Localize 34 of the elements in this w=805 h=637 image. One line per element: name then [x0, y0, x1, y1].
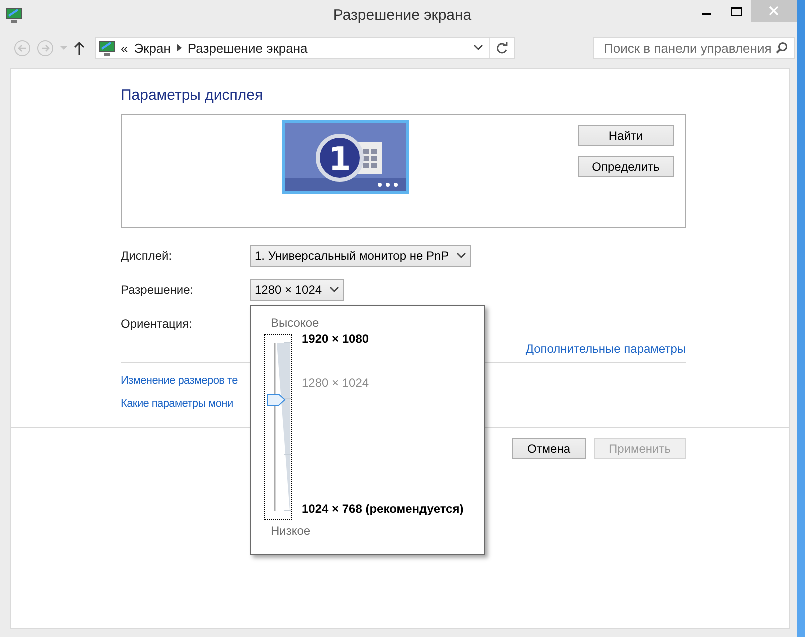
dropdown-icon[interactable]: [474, 45, 483, 51]
action-button[interactable]: Найти: [578, 125, 674, 146]
monitor-number: 1: [328, 140, 352, 178]
monitor-icon: [99, 40, 115, 56]
field-label: Ориентация:: [121, 317, 194, 331]
dropdown[interactable]: 1280 × 1024: [250, 279, 344, 301]
resolution-slider[interactable]: [264, 334, 292, 520]
dialog-button[interactable]: Отмена: [512, 438, 586, 459]
breadcrumb-item[interactable]: Разрешение экрана: [188, 40, 308, 56]
low-label: Низкое: [271, 524, 312, 538]
address-bar[interactable]: « Экран Разрешение экрана: [95, 37, 515, 59]
high-label: Высокое: [271, 316, 320, 330]
field-label: Дисплей:: [121, 249, 174, 263]
window-title: Разрешение экрана: [333, 7, 472, 24]
advanced-settings-link[interactable]: Дополнительные параметры: [526, 342, 686, 356]
maximize-icon[interactable]: [730, 6, 742, 16]
dropdown[interactable]: 1. Универсальный монитор не PnP: [250, 245, 472, 267]
up-arrow-icon[interactable]: [74, 42, 85, 54]
field-label: Разрешение:: [121, 283, 195, 297]
caret-icon: [330, 287, 340, 293]
action-button[interactable]: Определить: [578, 156, 674, 177]
chevron-icon[interactable]: [176, 44, 182, 52]
breadcrumb-item[interactable]: Экран: [134, 40, 171, 56]
refresh-icon[interactable]: [496, 42, 508, 54]
caret-icon: [457, 253, 466, 259]
section-heading: Параметры дисплея: [121, 87, 264, 104]
breadcrumb-overflow[interactable]: «: [121, 40, 128, 56]
help-link[interactable]: Какие параметры мони: [121, 398, 234, 410]
help-link[interactable]: Изменение размеров те: [121, 375, 238, 387]
search-field[interactable]: Поиск в панели управления: [593, 37, 795, 59]
resolution-option[interactable]: 1920 × 1080: [302, 332, 464, 346]
monitor-icon: [6, 8, 22, 23]
search-icon[interactable]: [776, 42, 788, 54]
resolution-option[interactable]: 1024 × 768 (рекомендуется): [302, 502, 464, 516]
